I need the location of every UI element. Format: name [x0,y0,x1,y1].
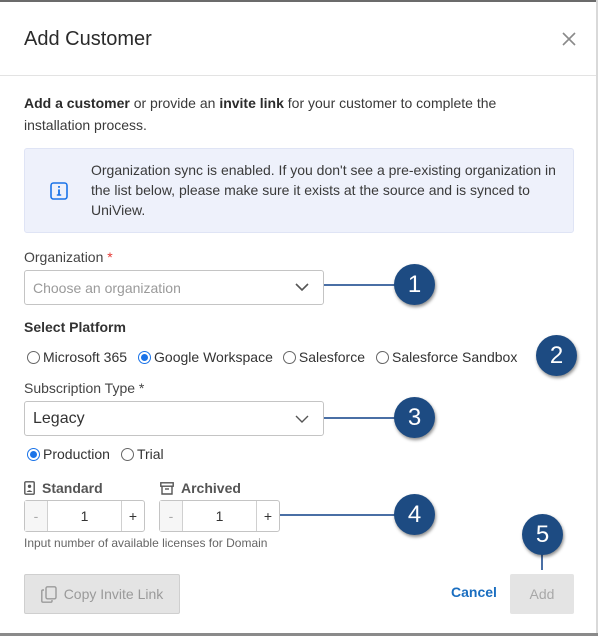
callout-badge-1: 1 [394,264,435,305]
increment-button[interactable]: + [121,501,144,531]
user-badge-icon [24,481,35,495]
platform-option-salesforce[interactable]: Salesforce [282,349,366,365]
radio-button-selected[interactable] [27,447,40,461]
intro-bold-invite: invite link [219,95,284,111]
archived-label-text: Archived [181,480,241,496]
callout-line-4 [280,514,402,516]
cancel-button[interactable]: Cancel [451,584,497,600]
info-text: Organization sync is enabled. If you don… [91,162,556,218]
copy-icon [40,585,57,603]
organization-placeholder: Choose an organization [33,280,181,296]
organization-label: Organization * [24,249,113,265]
intro-bold-add: Add a customer [24,95,130,111]
callout-badge-5: 5 [522,514,563,555]
radio-button[interactable] [376,350,390,364]
info-icon [50,182,68,200]
chevron-down-icon [295,283,309,292]
mode-option-label: Trial [136,446,164,462]
subscription-label: Subscription Type * [24,380,145,396]
license-hint: Input number of available licenses for D… [24,536,268,550]
close-button[interactable] [560,30,578,48]
radio-button[interactable] [282,350,296,364]
platform-option-label: Salesforce [298,349,366,365]
decrement-button[interactable]: - [160,501,183,531]
close-icon[interactable] [560,30,578,48]
top-border [0,0,598,2]
radio-button[interactable] [27,350,40,364]
standard-license-label: Standard [24,480,103,496]
mode-option-production[interactable]: Production [27,446,110,462]
platform-option-microsoft-365[interactable]: Microsoft 365 [27,349,127,365]
mode-option-trial[interactable]: Trial [120,446,164,462]
decrement-button[interactable]: - [25,501,48,531]
radio-button[interactable] [120,447,134,461]
radio-button-selected[interactable] [138,350,152,364]
platform-option-label: Microsoft 365 [43,349,128,365]
copy-invite-label: Copy Invite Link [63,586,164,602]
mode-option-label: Production [43,446,110,462]
organization-select[interactable]: Choose an organization [24,270,324,305]
callout-line-3 [324,417,402,419]
platform-option-label: Google Workspace [154,349,273,365]
platform-radio-group: Microsoft 365 Google Workspace Salesforc… [27,349,517,365]
standard-license-stepper: - 1 + [24,500,145,532]
increment-button[interactable]: + [256,501,279,531]
subscription-value: Legacy [33,410,85,427]
organization-label-text: Organization [24,249,104,265]
archived-license-input[interactable]: 1 [183,501,256,531]
platform-label: Select Platform [24,319,126,335]
header-divider [0,75,596,76]
intro-text: Add a customer or provide an invite link… [24,92,544,136]
subscription-mode-group: Production Trial [27,446,164,462]
archive-box-icon [160,481,174,495]
platform-option-google-workspace[interactable]: Google Workspace [138,349,273,365]
subscription-select[interactable]: Legacy [24,401,324,436]
add-button[interactable]: Add [510,574,574,614]
archived-license-stepper: - 1 + [159,500,280,532]
required-mark: * [107,249,113,265]
platform-option-salesforce-sandbox[interactable]: Salesforce Sandbox [376,349,517,365]
archived-license-label: Archived [160,480,241,496]
info-banner: Organization sync is enabled. If you don… [24,148,574,233]
callout-badge-4: 4 [394,494,435,535]
copy-invite-link-button[interactable]: Copy Invite Link [24,574,180,614]
intro-text-1: or provide an [129,95,220,111]
callout-line-1 [324,284,402,286]
chevron-down-icon [295,415,309,423]
platform-option-label: Salesforce Sandbox [392,349,518,365]
modal-title: Add Customer [24,28,152,50]
standard-license-input[interactable]: 1 [48,501,121,531]
callout-badge-3: 3 [394,397,435,438]
standard-label-text: Standard [42,480,103,496]
callout-badge-2: 2 [536,335,577,376]
